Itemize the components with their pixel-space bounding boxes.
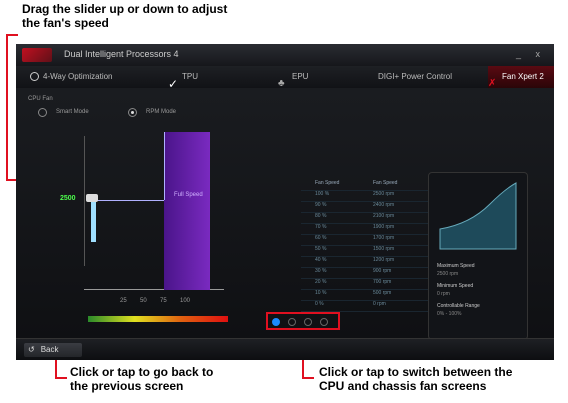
page-dot[interactable] (320, 318, 328, 326)
callout-bottom-right: Click or tap to switch between the CPU a… (319, 365, 513, 393)
page-indicator[interactable] (266, 312, 340, 330)
x-tick: 75 (160, 298, 167, 304)
section-label: CPU Fan (28, 96, 53, 102)
back-button[interactable]: ↺ Back (24, 343, 82, 357)
tab-label: EPU (292, 72, 309, 81)
rpm-mode-label: RPM Mode (146, 109, 177, 115)
table-cell: 90 % (315, 202, 327, 208)
table-cell: 1200 rpm (373, 257, 395, 263)
table-row: 0 % 0 rpm (301, 301, 431, 312)
leaf-icon: ♣ (278, 77, 285, 89)
swirl-icon (30, 72, 39, 82)
table-row: 80 % 2100 rpm (301, 213, 431, 224)
table-cell: 20 % (315, 279, 327, 285)
app-window: Dual Intelligent Processors 4 _ x 4-Way … (16, 44, 554, 360)
profile-line-v (164, 132, 165, 200)
table-header-cell: Fan Speed (315, 180, 340, 186)
tab-label: TPU (182, 72, 198, 81)
table-cell: 70 % (315, 224, 327, 230)
app-title: Dual Intelligent Processors 4 (64, 49, 179, 59)
profile-line (96, 200, 164, 201)
table-cell: 1900 rpm (373, 224, 395, 230)
smart-mode-radio[interactable] (38, 108, 47, 117)
min-label: Minimum Speed (437, 283, 474, 289)
fan-speed-slider[interactable] (91, 198, 96, 242)
tab-epu[interactable]: ♣ EPU (278, 66, 368, 89)
min-value: 0 rpm (437, 291, 450, 297)
rpm-mode-radio[interactable] (128, 108, 137, 117)
table-row: 30 % 900 rpm (301, 268, 431, 279)
tab-bar: 4-Way Optimization ✓TPU ♣ EPU DIGI+ Power… (16, 66, 554, 91)
table-cell: 30 % (315, 268, 327, 274)
callout-top: Drag the slider up or down to adjust the… (22, 2, 228, 30)
table-cell: 100 % (315, 191, 330, 197)
x-tick: 50 (140, 298, 147, 304)
table-cell: 0 rpm (373, 301, 386, 307)
callout-line-top-v (6, 34, 8, 180)
table-row: 70 % 1900 rpm (301, 224, 431, 235)
table-cell: 500 rpm (373, 290, 392, 296)
range-label: Controllable Range (437, 303, 480, 309)
callout-line-br-h (302, 377, 314, 379)
temperature-gradient (88, 316, 228, 322)
callout-bottom-left: Click or tap to go back to the previous … (70, 365, 214, 393)
back-label: Back (40, 345, 59, 354)
max-value: 2500 rpm (437, 271, 459, 277)
table-cell: 900 rpm (373, 268, 392, 274)
table-row: 50 % 1500 rpm (301, 246, 431, 257)
slider-handle[interactable] (86, 194, 98, 202)
x-tick: 25 (120, 298, 127, 304)
max-label: Maximum Speed (437, 263, 475, 269)
rpm-table: Fan Speed Fan Speed 100 % 2500 rpm 90 % 240… (301, 180, 431, 312)
tab-label: Fan Xpert 2 (502, 72, 544, 81)
table-row: 60 % 1700 rpm (301, 235, 431, 246)
table-cell: 10 % (315, 290, 327, 296)
window-buttons[interactable]: _ x (516, 49, 546, 59)
table-cell: 0 % (315, 301, 324, 307)
range-value: 0% - 100% (437, 311, 462, 317)
table-row: 10 % 500 rpm (301, 290, 431, 301)
tab-fanxpert[interactable]: ✗ Fan Xpert 2 (488, 66, 554, 89)
title-bar: Dual Intelligent Processors 4 _ x (16, 44, 554, 66)
profile-area (164, 132, 210, 290)
page-dot[interactable] (272, 318, 280, 326)
x-tick: 100 (180, 298, 191, 304)
tab-label: DIGI+ Power Control (378, 72, 453, 81)
fan-icon: ✗ (488, 77, 497, 89)
table-cell: 50 % (315, 246, 327, 252)
table-cell: 60 % (315, 235, 327, 241)
rog-logo (22, 48, 52, 62)
tab-4way[interactable]: 4-Way Optimization (24, 66, 140, 88)
chart-y-axis (84, 136, 85, 266)
table-cell: 2500 rpm (373, 191, 395, 197)
smart-mode-label: Smart Mode (56, 109, 89, 115)
tab-digi[interactable]: DIGI+ Power Control (378, 66, 478, 88)
table-row: 40 % 1200 rpm (301, 257, 431, 268)
back-arrow-icon: ↺ (28, 345, 35, 354)
callout-line-bl-h (55, 377, 67, 379)
table-row: 100 % 2500 rpm (301, 191, 431, 202)
main-content: CPU Fan Smart Mode RPM Mode Full Speed 2… (16, 88, 554, 340)
table-row: 20 % 700 rpm (301, 279, 431, 290)
table-cell: 80 % (315, 213, 327, 219)
slider-value: 2500 (60, 195, 76, 202)
bottom-bar: ↺ Back (16, 338, 554, 360)
table-row: 90 % 2400 rpm (301, 202, 431, 213)
profile-label: Full Speed (174, 192, 203, 198)
table-cell: 2400 rpm (373, 202, 395, 208)
tab-tpu[interactable]: ✓TPU (168, 66, 258, 91)
table-cell: 700 rpm (373, 279, 392, 285)
page-dot[interactable] (304, 318, 312, 326)
check-icon: ✓ (168, 76, 179, 91)
table-cell: 2100 rpm (373, 213, 395, 219)
fan-info-card: Maximum Speed 2500 rpm Minimum Speed 0 r… (428, 172, 528, 340)
fan-curve-graph (439, 182, 517, 250)
table-header-cell: Fan Speed (373, 180, 398, 186)
table-cell: 40 % (315, 257, 327, 263)
table-cell: 1700 rpm (373, 235, 395, 241)
page-dot[interactable] (288, 318, 296, 326)
table-header: Fan Speed Fan Speed (301, 180, 431, 191)
tab-label: 4-Way Optimization (43, 72, 113, 81)
table-cell: 1500 rpm (373, 246, 395, 252)
